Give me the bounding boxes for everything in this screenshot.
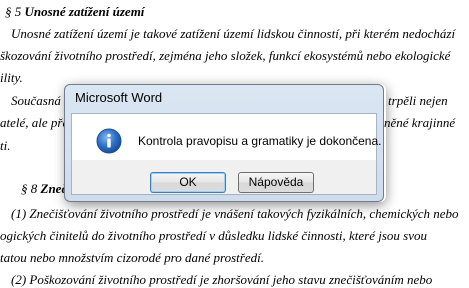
paragraph-line-right: něné krajinné (384, 115, 456, 130)
paragraph-line: tatou nebo množstvím cizorodé pro dané p… (0, 250, 264, 265)
dialog-message: Kontrola pravopisu a gramatiky je dokonč… (138, 134, 382, 148)
dialog-message-area: Kontrola pravopisu a gramatiky je dokonč… (72, 114, 381, 160)
ok-button[interactable]: OK (150, 172, 226, 193)
section-title: Unosné zatížení území (24, 4, 145, 19)
section-5-heading: § 5 Unosné zatížení území (5, 4, 144, 20)
paragraph-line: ogických činitelů do životního prostředí… (0, 228, 427, 243)
dialog-titlebar[interactable]: Microsoft Word (65, 85, 383, 111)
paragraph-line: Současná (11, 93, 61, 108)
paragraph-line: škozování životního prostředí, zejména j… (0, 48, 451, 63)
paragraph-line: Unosné zatížení území je takové zatížení… (11, 26, 456, 41)
paragraph-line: atelé, ale pře (0, 115, 69, 130)
paragraph-line: ility. (0, 70, 23, 85)
paragraph-line: (1) Znečišťování životního prostředí je … (11, 206, 459, 221)
message-dialog: Microsoft Word Kontrola pravopisu a gram… (64, 84, 384, 202)
help-button[interactable]: Nápověda (238, 172, 314, 193)
section-number: § 8 (21, 181, 41, 196)
section-number: § 5 (5, 4, 25, 19)
paragraph-line: (2) Poškozování životního prostředí je z… (11, 272, 433, 287)
dialog-title: Microsoft Word (75, 90, 163, 105)
dialog-body: Kontrola pravopisu a gramatiky je dokonč… (71, 113, 381, 195)
paragraph-line: ti. (0, 138, 11, 153)
info-icon (96, 128, 122, 154)
